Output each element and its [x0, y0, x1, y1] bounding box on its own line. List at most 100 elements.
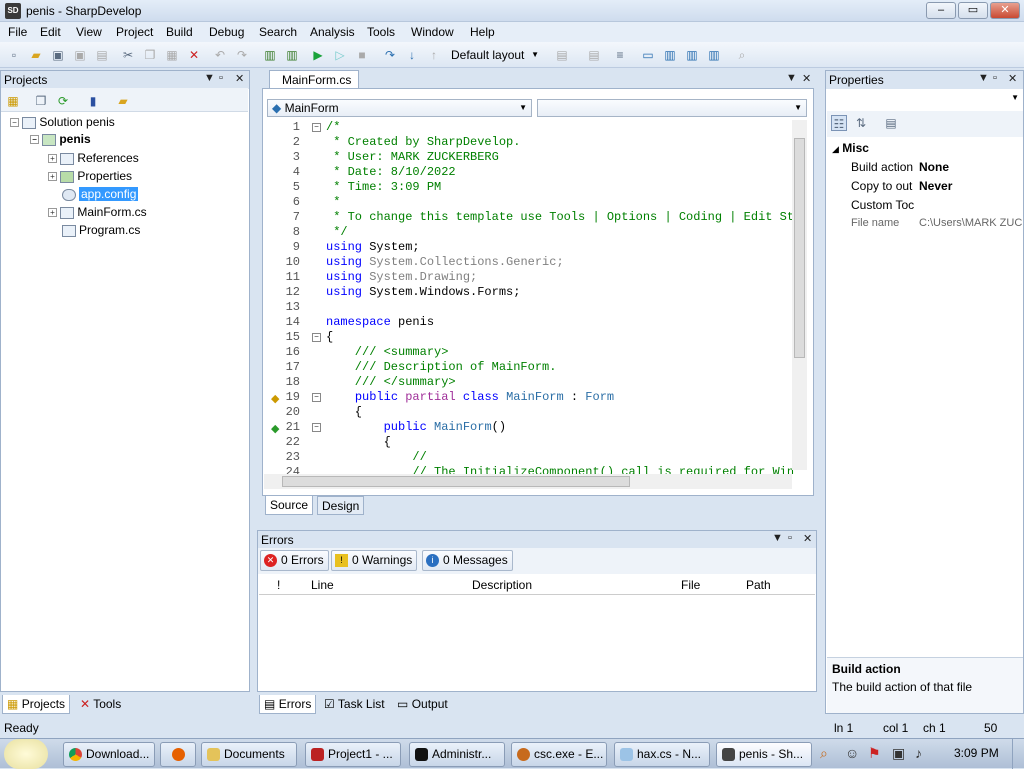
maximize-button[interactable]: ▭ [958, 2, 988, 19]
prop-value[interactable]: None [919, 160, 949, 174]
close-icon[interactable]: ✕ [1008, 72, 1017, 85]
tray-smiley-icon[interactable]: ☺ [845, 745, 859, 761]
tray-network-icon[interactable]: ▣ [892, 745, 905, 762]
expand-icon[interactable]: + [48, 172, 57, 182]
tray-flag-icon[interactable]: ⚑ [868, 745, 881, 762]
code-line[interactable]: // [326, 450, 426, 464]
refresh-icon[interactable]: ⟳ [55, 93, 71, 109]
pin-icon[interactable]: ▫ [993, 72, 997, 84]
code-line[interactable]: /// Description of MainForm. [326, 360, 557, 374]
code-line[interactable]: { [326, 435, 391, 449]
column-description[interactable]: Description [472, 578, 532, 592]
replace-icon[interactable]: ▥ [684, 47, 700, 63]
start-button[interactable] [4, 739, 48, 769]
show-all-files-icon[interactable]: ❐ [33, 93, 49, 109]
code-line[interactable]: * [326, 195, 340, 209]
sharpdevelop-app-icon[interactable]: SD [5, 3, 21, 19]
close-icon[interactable]: ✕ [803, 532, 812, 545]
code-line[interactable]: using System.Windows.Forms; [326, 285, 520, 299]
step-over-icon[interactable]: ↷ [382, 47, 398, 63]
menu-edit[interactable]: Edit [40, 25, 61, 39]
category-misc[interactable]: ◢ Misc [832, 141, 869, 155]
expand-icon[interactable]: + [48, 208, 57, 218]
new-file-icon[interactable]: ▫ [6, 47, 22, 63]
member-dropdown[interactable]: ▼ [537, 99, 807, 117]
code-line[interactable]: /// <summary> [326, 345, 449, 359]
copy-icon[interactable]: ❐ [142, 47, 158, 63]
code-line[interactable]: public MainForm() [326, 420, 506, 434]
paste-icon[interactable]: ▦ [164, 47, 180, 63]
column-file[interactable]: File [681, 578, 700, 592]
menu-project[interactable]: Project [116, 25, 153, 39]
prop-name[interactable]: File name [851, 217, 899, 229]
messages-filter-button[interactable]: i 0 Messages [422, 550, 513, 571]
pane-menu-icon[interactable]: ▼ [786, 72, 797, 84]
menu-search[interactable]: Search [259, 25, 297, 39]
tab-tools[interactable]: ✕ Tools [76, 695, 125, 714]
code-line[interactable]: * To change this template use Tools | Op… [326, 210, 794, 224]
collapse-icon[interactable]: − [10, 118, 19, 128]
comment-icon[interactable]: ▭ [640, 47, 656, 63]
tree-properties[interactable]: + Properties [48, 168, 132, 184]
collapse-all-icon[interactable]: ▮ [85, 93, 101, 109]
code-line[interactable]: using System; [326, 240, 420, 254]
fold-collapse-icon[interactable]: − [312, 333, 321, 342]
taskbar-item-documents[interactable]: Documents [201, 742, 297, 767]
run-without-debug-icon[interactable]: ▷ [332, 47, 348, 63]
bookmark-icon[interactable]: ▤ [554, 47, 570, 63]
build-icon[interactable]: ▥ [262, 47, 278, 63]
menu-help[interactable]: Help [470, 25, 495, 39]
tab-projects[interactable]: ▦ Projects [2, 695, 71, 714]
prop-value[interactable]: C:\Users\MARK ZUC [919, 217, 1022, 229]
taskbar-item-sharpdevelop[interactable]: penis - Sh... [716, 742, 812, 767]
expand-icon[interactable]: + [48, 154, 57, 164]
tree-program[interactable]: Program.cs [62, 222, 140, 238]
taskbar-item-firefox[interactable] [160, 742, 196, 767]
layout-dropdown[interactable]: Default layout ▼ [451, 46, 543, 64]
code-line[interactable]: { [326, 330, 333, 344]
property-pages-icon[interactable]: ▤ [883, 115, 899, 131]
code-line[interactable]: public partial class MainForm : Form [326, 390, 614, 404]
tab-mainform-cs[interactable]: MainForm.cs [269, 70, 359, 88]
indent-icon[interactable]: ≡ [612, 47, 628, 63]
code-line[interactable]: * User: MARK ZUCKERBERG [326, 150, 499, 164]
tab-source[interactable]: Source [265, 496, 314, 515]
collapse-icon[interactable]: − [30, 135, 39, 145]
taskbar-item-csc[interactable]: csc.exe - E... [511, 742, 607, 767]
column-line[interactable]: Line [311, 578, 334, 592]
prop-name[interactable]: Build action [851, 160, 913, 174]
undo-icon[interactable]: ↶ [212, 47, 228, 63]
save-icon[interactable]: ▣ [72, 47, 88, 63]
menu-tools[interactable]: Tools [367, 25, 395, 39]
bookmark-next-icon[interactable]: ▤ [586, 47, 602, 63]
column-severity[interactable]: ! [277, 578, 280, 592]
code-editor[interactable]: 1−/* 2 * Created by SharpDevelop. 3 * User… [264, 118, 794, 474]
pane-menu-icon[interactable]: ▼ [978, 72, 989, 84]
code-line[interactable]: // The InitializeComponent() call is req… [326, 465, 794, 474]
show-desktop-button[interactable] [1012, 739, 1024, 769]
fold-collapse-icon[interactable]: − [312, 123, 321, 132]
prop-value[interactable]: Never [919, 179, 952, 193]
pane-menu-icon[interactable]: ▼ [204, 72, 215, 84]
taskbar-item-project1[interactable]: Project1 - ... [305, 742, 401, 767]
menu-debug[interactable]: Debug [209, 25, 244, 39]
fold-collapse-icon[interactable]: − [312, 393, 321, 402]
close-icon[interactable]: ✕ [235, 72, 244, 85]
sort-alphabetical-icon[interactable]: ⇅ [853, 115, 869, 131]
tab-output[interactable]: ▭ Output [393, 695, 452, 714]
tree-references[interactable]: + References [48, 150, 139, 166]
rebuild-icon[interactable]: ▥ [284, 47, 300, 63]
properties-icon[interactable]: ▦ [5, 93, 21, 109]
step-into-icon[interactable]: ↓ [404, 47, 420, 63]
close-icon[interactable]: ✕ [802, 72, 811, 85]
code-line[interactable]: * Created by SharpDevelop. [326, 135, 520, 149]
code-line[interactable]: /* [326, 120, 340, 134]
cut-icon[interactable]: ✂ [120, 47, 136, 63]
code-line[interactable]: { [326, 405, 362, 419]
tab-design[interactable]: Design [317, 496, 365, 515]
column-path[interactable]: Path [746, 578, 771, 592]
pane-menu-icon[interactable]: ▼ [772, 532, 783, 544]
code-line[interactable]: using System.Collections.Generic; [326, 255, 564, 269]
code-line[interactable]: namespace penis [326, 315, 434, 329]
taskbar-item-chrome[interactable]: Download... [63, 742, 155, 767]
